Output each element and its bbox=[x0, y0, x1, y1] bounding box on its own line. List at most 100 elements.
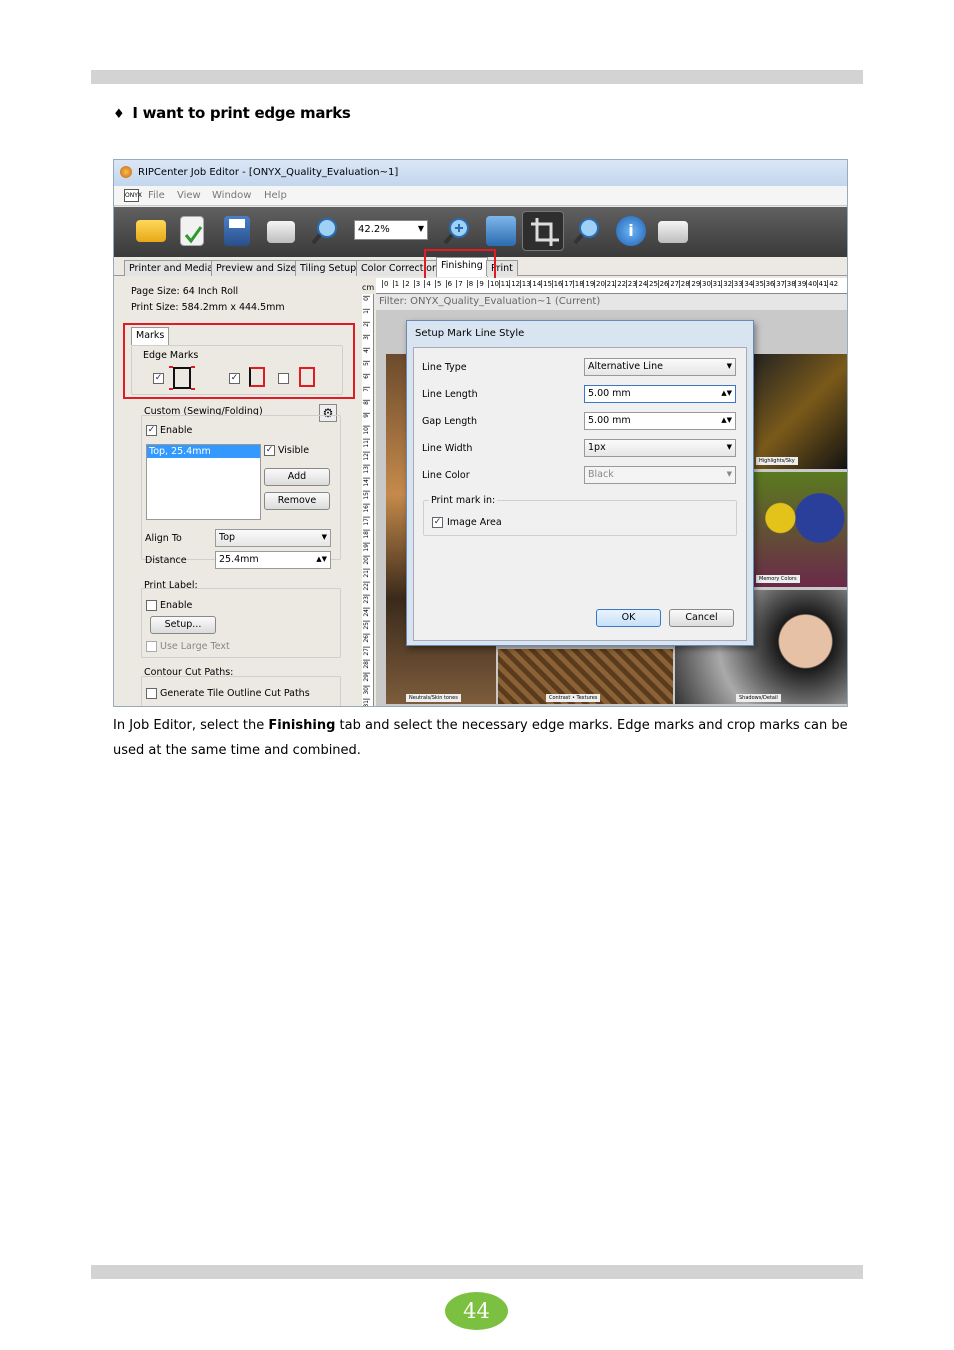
zoom-icon[interactable] bbox=[310, 216, 340, 246]
line-type-select[interactable]: Alternative Line ▼ bbox=[584, 358, 736, 376]
preview-icon[interactable] bbox=[486, 216, 516, 246]
generate-tile-outline-checkbox[interactable] bbox=[146, 688, 157, 699]
line-color-value: Black bbox=[588, 469, 614, 480]
checklist-icon[interactable] bbox=[180, 216, 204, 246]
use-large-text-label: Use Large Text bbox=[160, 641, 230, 652]
ruler-tick-label: 11 bbox=[498, 280, 510, 288]
save-icon[interactable] bbox=[224, 216, 250, 246]
tab-preview-and-size[interactable]: Preview and Size bbox=[211, 260, 302, 276]
ruler-tick-label: 28 bbox=[363, 660, 370, 669]
ruler-tick-label: 31 bbox=[363, 699, 370, 707]
menu-help[interactable]: Help bbox=[264, 190, 287, 201]
print-size: Print Size: 584.2mm x 444.5mm bbox=[131, 302, 285, 313]
ruler-tick-label: 0 bbox=[382, 280, 389, 288]
ruler-tick-label: 25 bbox=[363, 621, 370, 630]
diamond-bullet-icon: ♦ bbox=[113, 107, 125, 122]
ruler-tick-label: 25 bbox=[647, 280, 658, 288]
photo-fruit bbox=[751, 472, 847, 587]
ruler-tick-label: 29 bbox=[689, 280, 701, 288]
chevron-down-icon: ▼ bbox=[726, 443, 732, 451]
ruler-tick-label: 14 bbox=[363, 478, 370, 487]
ruler-tick-label: 6 bbox=[363, 374, 370, 379]
photo-car-interior bbox=[751, 354, 847, 469]
ruler-tick-label: 19 bbox=[583, 280, 595, 288]
custom-enable-label: Enable bbox=[160, 425, 193, 436]
zoom-out-icon[interactable] bbox=[572, 216, 602, 246]
ruler-tick-label: 21 bbox=[363, 569, 370, 578]
image-area-checkbox[interactable]: ✓ bbox=[432, 517, 443, 528]
ruler-tick-label: 23 bbox=[625, 280, 637, 288]
zoom-in-icon[interactable] bbox=[442, 216, 472, 246]
ruler-tick-label: 8 bbox=[466, 280, 474, 288]
cancel-button[interactable]: Cancel bbox=[669, 609, 734, 627]
ruler-tick-label: 1 bbox=[392, 280, 400, 288]
menu-window[interactable]: Window bbox=[212, 190, 251, 201]
custom-list[interactable]: Top, 25.4mm bbox=[146, 444, 261, 520]
image-area-label: Image Area bbox=[447, 517, 502, 528]
ruler-tick-label: 14 bbox=[530, 280, 542, 288]
ruler-tick-label: 40 bbox=[806, 280, 817, 288]
ruler-tick-label: 33 bbox=[731, 280, 743, 288]
ruler-tick-label: 11 bbox=[363, 439, 370, 448]
ruler-tick-label: 38 bbox=[784, 280, 796, 288]
visible-checkbox[interactable]: ✓ bbox=[264, 445, 275, 456]
paragraph-text-1: In Job Editor, select the bbox=[113, 718, 269, 733]
distance-input[interactable]: 25.4mm ▲▼ bbox=[215, 551, 331, 569]
print-icon[interactable] bbox=[267, 221, 295, 243]
gap-length-label: Gap Length bbox=[422, 416, 478, 427]
tab-printer-and-media[interactable]: Printer and Media bbox=[124, 260, 219, 276]
remove-button[interactable]: Remove bbox=[264, 492, 330, 510]
ruler-tick-label: 20 bbox=[363, 556, 370, 565]
job-editor-screenshot: RIPCenter Job Editor - [ONYX_Quality_Eva… bbox=[113, 159, 848, 707]
align-to-select[interactable]: Top ▼ bbox=[215, 529, 331, 547]
crop-icon[interactable] bbox=[522, 211, 564, 251]
paragraph-bold: Finishing bbox=[268, 718, 336, 733]
line-width-select[interactable]: 1px ▼ bbox=[584, 439, 736, 457]
open-folder-icon[interactable] bbox=[136, 220, 166, 242]
filter-bar: Filter: ONYX_Quality_Evaluation~1 (Curre… bbox=[376, 294, 847, 310]
line-width-label: Line Width bbox=[422, 443, 473, 454]
setup-button[interactable]: Setup... bbox=[150, 616, 216, 634]
spinner-icon: ▲▼ bbox=[721, 416, 732, 424]
ruler-tick-label: 21 bbox=[604, 280, 616, 288]
instruction-paragraph: In Job Editor, select the Finishing tab … bbox=[113, 713, 858, 763]
custom-enable-checkbox[interactable]: ✓ bbox=[146, 425, 157, 436]
ok-button[interactable]: OK bbox=[596, 609, 661, 627]
tab-tiling-setup[interactable]: Tiling Setup bbox=[295, 260, 362, 276]
info-icon[interactable]: i bbox=[616, 216, 646, 246]
add-button[interactable]: Add bbox=[264, 468, 330, 486]
use-large-text-checkbox[interactable] bbox=[146, 641, 157, 652]
line-length-value: 5.00 mm bbox=[588, 388, 631, 399]
ruler-tick-label: 28 bbox=[678, 280, 690, 288]
printer-settings-icon[interactable] bbox=[658, 221, 688, 243]
print-label-enable-label: Enable bbox=[160, 600, 193, 611]
print-label-enable-checkbox[interactable] bbox=[146, 600, 157, 611]
ruler-tick-label: 19 bbox=[363, 543, 370, 552]
ruler-tick-label: 37 bbox=[774, 280, 786, 288]
ruler-tick-label: 3 bbox=[363, 335, 370, 340]
line-length-label: Line Length bbox=[422, 389, 478, 400]
line-length-input[interactable]: 5.00 mm ▲▼ bbox=[584, 385, 736, 403]
ruler-tick-label: 15 bbox=[363, 491, 370, 500]
vertical-ruler: 0 1 2 3 4 5 6 7 8 9 10 11 12 13 14 15 16 17 18 19 20 21 22 23 24… bbox=[362, 294, 374, 707]
ruler-tick-label: 26 bbox=[363, 634, 370, 643]
distance-value: 25.4mm bbox=[219, 554, 259, 565]
menu-view[interactable]: View bbox=[177, 190, 201, 201]
section-heading: ♦ I want to print edge marks bbox=[113, 104, 351, 122]
line-color-select[interactable]: Black ▼ bbox=[584, 466, 736, 484]
ruler-tick-label: 12 bbox=[363, 452, 370, 461]
ruler-tick-label: 10 bbox=[363, 426, 370, 435]
ruler-tick-label: 5 bbox=[363, 361, 370, 366]
caption-neutrals: Neutrals/Skin tones bbox=[406, 694, 461, 702]
ruler-tick-label: 17 bbox=[363, 517, 370, 526]
onyx-logo-icon: ONYX bbox=[124, 189, 142, 202]
ruler-tick-label: 2 bbox=[403, 280, 410, 288]
ruler-tick-label: 24 bbox=[636, 280, 648, 288]
zoom-select[interactable]: 42.2% ▼ bbox=[354, 220, 428, 240]
list-item[interactable]: Top, 25.4mm bbox=[147, 445, 260, 458]
ruler-tick-label: 13 bbox=[519, 280, 531, 288]
ruler-tick-label: 24 bbox=[363, 608, 370, 617]
gap-length-input[interactable]: 5.00 mm ▲▼ bbox=[584, 412, 736, 430]
ruler-tick-label: 9 bbox=[363, 413, 370, 418]
menu-file[interactable]: File bbox=[148, 190, 165, 201]
